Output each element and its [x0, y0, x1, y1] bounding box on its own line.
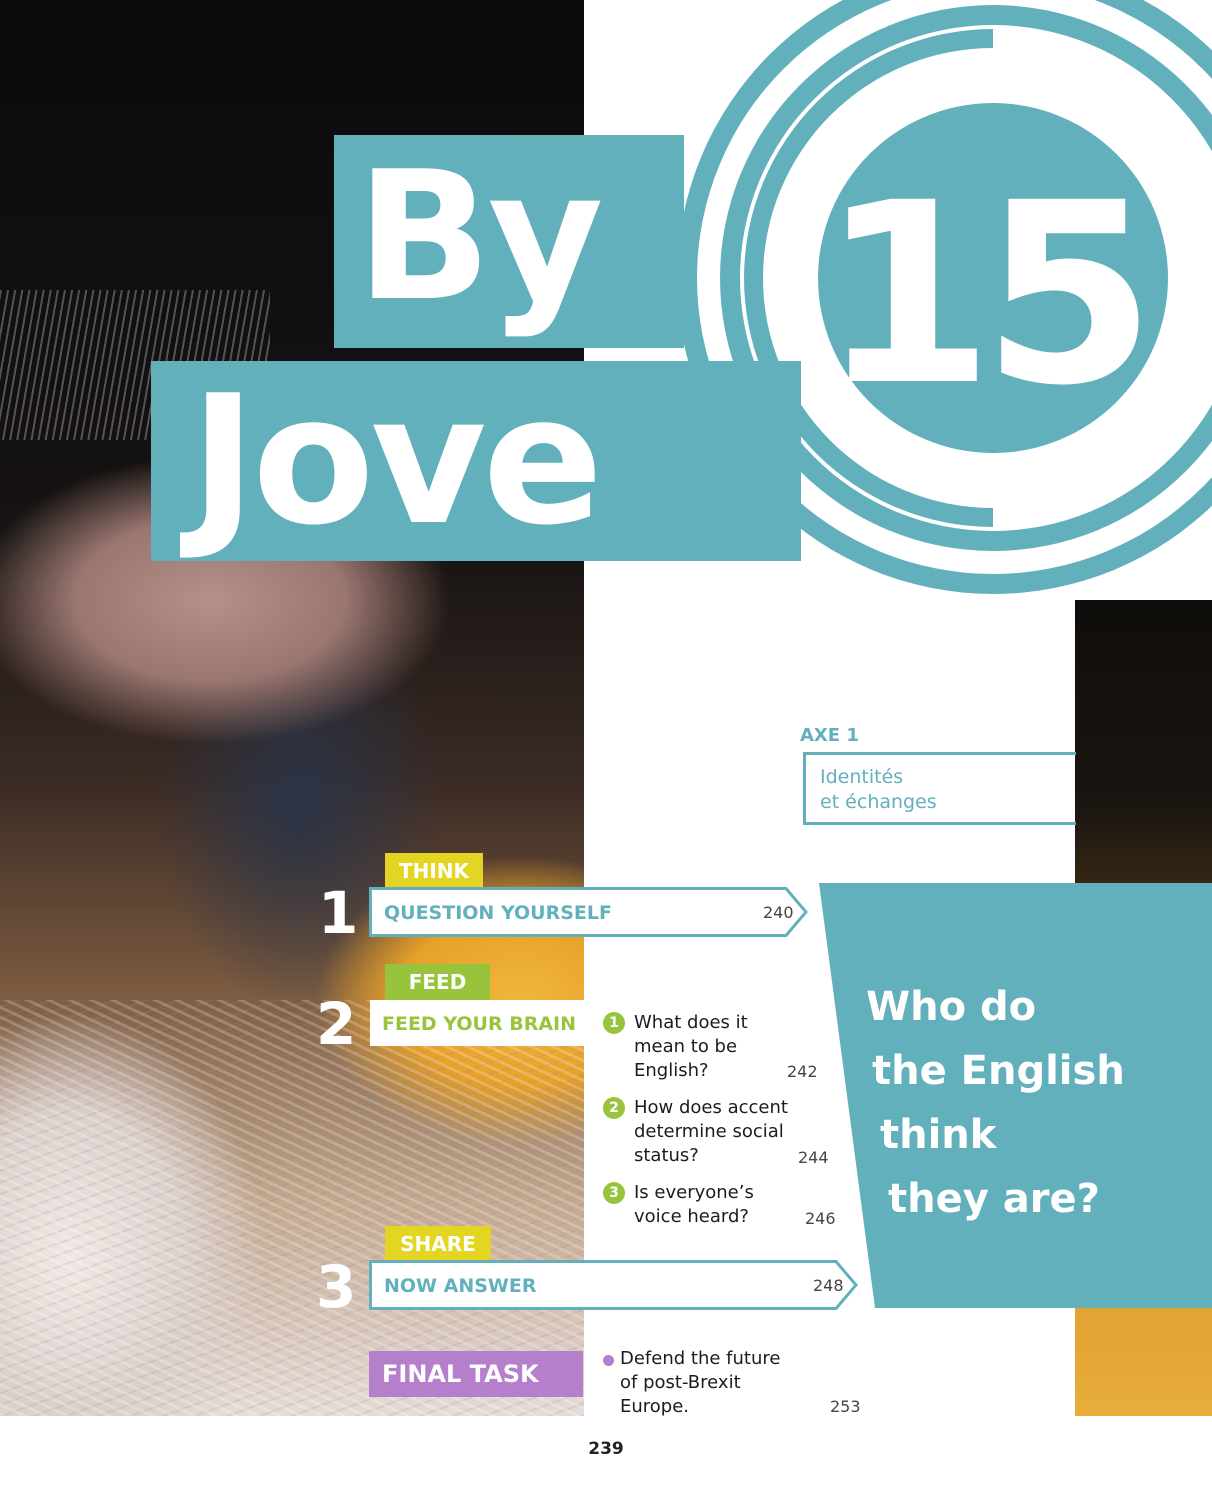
- step-3-page: 248: [813, 1276, 844, 1295]
- step-1-page: 240: [763, 903, 794, 922]
- final-task-line-1: Defend the future: [620, 1348, 781, 1369]
- step-1-label: QUESTION YOURSELF: [384, 902, 612, 924]
- subq-1-page: 242: [787, 1062, 818, 1081]
- subq-3-page: 246: [805, 1209, 836, 1228]
- subq-1-line-2: mean to be: [634, 1036, 738, 1057]
- unit-question: Who do the English think they are?: [866, 975, 1206, 1231]
- step-2-label: FEED YOUR BRAIN: [382, 1013, 577, 1035]
- subq-1-line-3: English?: [634, 1060, 709, 1081]
- step-3-label: NOW ANSWER: [384, 1275, 537, 1297]
- subq-3-line-1: Is everyone’s: [634, 1182, 754, 1203]
- final-task-page: 253: [830, 1397, 861, 1416]
- subq-2-text[interactable]: How does accent determine social status?: [634, 1096, 788, 1168]
- step-3-number: 3: [316, 1253, 357, 1321]
- axe-theme-line-1: Identités: [820, 766, 904, 788]
- question-line-4: they are?: [888, 1176, 1100, 1222]
- title-line-2: Jove: [190, 357, 603, 564]
- final-task-label[interactable]: FINAL TASK: [369, 1351, 583, 1397]
- step-2-tag: FEED: [385, 964, 490, 1000]
- axe-theme: Identités et échanges: [820, 765, 937, 815]
- unit-number: 15: [820, 149, 1156, 440]
- question-line-3: think: [880, 1112, 997, 1158]
- subq-2-badge: 2: [603, 1097, 625, 1119]
- subq-3-line-2: voice heard?: [634, 1206, 749, 1227]
- step-1-tag: THINK: [385, 853, 483, 889]
- final-task-line-3: Europe.: [620, 1396, 690, 1417]
- step-3-tag: SHARE: [385, 1226, 491, 1262]
- question-line-1: Who do: [866, 984, 1037, 1030]
- final-task-line-2: of post-Brexit: [620, 1372, 741, 1393]
- final-task-bullet: [603, 1355, 614, 1366]
- final-task-text: Defend the future of post-Brexit Europe.: [620, 1347, 780, 1419]
- subq-1-text[interactable]: What does it mean to be English?: [634, 1011, 748, 1083]
- subq-2-line-2: determine social: [634, 1121, 784, 1142]
- step-1-number: 1: [318, 879, 359, 947]
- subq-2-line-3: status?: [634, 1145, 699, 1166]
- question-line-2: the English: [872, 1048, 1125, 1094]
- title-line-1: By: [356, 133, 604, 340]
- subq-2-page: 244: [798, 1148, 829, 1167]
- page-number: 239: [588, 1439, 624, 1459]
- subq-2-line-1: How does accent: [634, 1097, 788, 1118]
- subq-1-badge: 1: [603, 1012, 625, 1034]
- subq-3-badge: 3: [603, 1182, 625, 1204]
- subq-1-line-1: What does it: [634, 1012, 748, 1033]
- axe-theme-line-2: et échanges: [820, 791, 937, 813]
- subq-3-text[interactable]: Is everyone’s voice heard?: [634, 1181, 754, 1229]
- step-2-number: 2: [316, 990, 357, 1058]
- axe-label: AXE 1: [800, 725, 859, 746]
